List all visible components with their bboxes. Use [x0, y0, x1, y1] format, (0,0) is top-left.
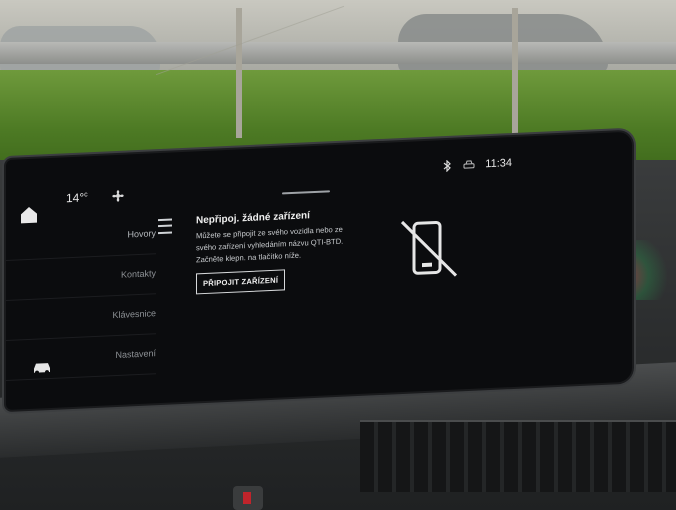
clock: 11:34	[485, 157, 512, 171]
drag-handle[interactable]	[282, 190, 330, 195]
connect-device-button[interactable]: PŘIPOJIT ZAŘÍZENÍ	[196, 269, 286, 295]
phone-disconnected-icon	[400, 220, 458, 277]
fan-icon[interactable]	[110, 189, 126, 204]
panel-description: Můžete se připojit ze svého vozidla nebo…	[196, 224, 344, 265]
sidebar-item-nastaveni[interactable]: Nastavení	[6, 333, 156, 381]
sidebar-item-label: Nastavení	[115, 348, 156, 361]
car-status-icon	[463, 160, 475, 169]
menu-icon[interactable]	[158, 218, 172, 235]
park-icon	[243, 492, 251, 504]
fence-post	[236, 8, 242, 138]
park-button	[233, 486, 263, 510]
no-device-panel: Nepřipoj. žádné zařízení Můžete se připo…	[196, 207, 376, 295]
temperature-value: 14°	[66, 190, 85, 206]
infotainment-screen: 14°c 11:34 Hovory Kontakty Klávesnice Na…	[6, 131, 632, 411]
panel-title: Nepřipoj. žádné zařízení	[196, 210, 310, 227]
fence-post	[512, 8, 518, 138]
temperature-readout: 14°c	[66, 190, 88, 205]
sidebar-item-label: Hovory	[127, 228, 156, 240]
car-icon[interactable]	[32, 360, 52, 375]
sidebar-item-label: Kontakty	[120, 268, 156, 280]
right-status-group: 11:34	[441, 157, 512, 173]
guard-rail	[0, 42, 676, 64]
bluetooth-icon	[443, 159, 452, 173]
air-vent	[360, 420, 676, 492]
sidebar-item-label: Klávesnice	[112, 308, 156, 321]
phone-sidebar: Hovory Kontakty Klávesnice Nastavení	[6, 213, 166, 410]
temperature-unit: c	[84, 191, 88, 199]
